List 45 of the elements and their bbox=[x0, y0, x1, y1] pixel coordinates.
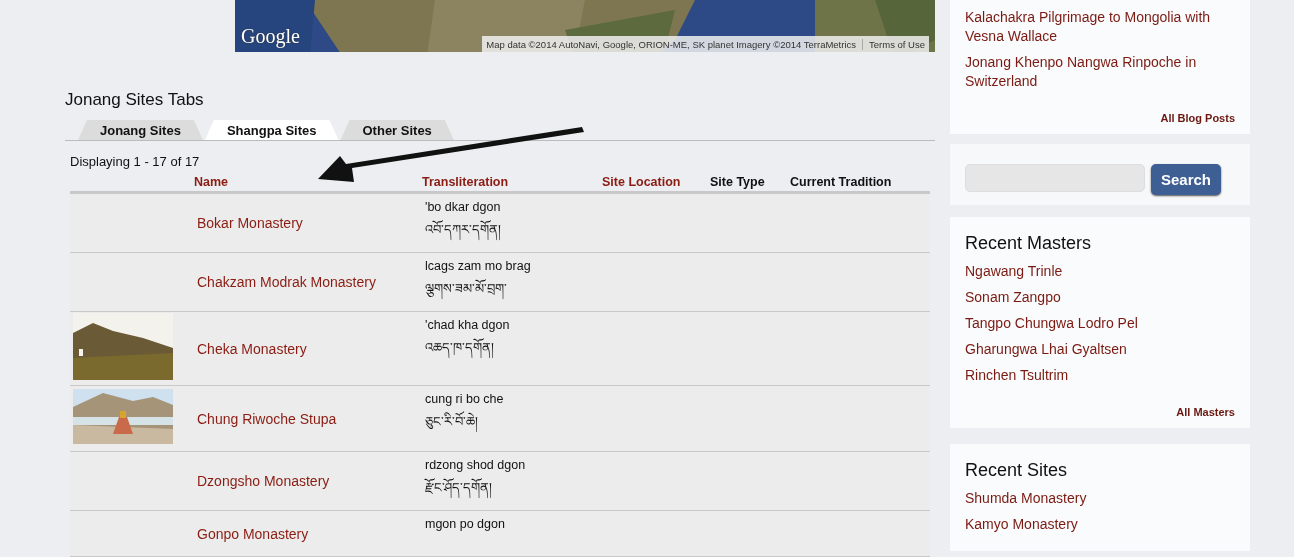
transliteration: rdzong shod dgon bbox=[425, 458, 527, 472]
column-header: Site Type bbox=[709, 175, 766, 189]
transliteration: mgon po dgon bbox=[425, 517, 506, 531]
column-header[interactable]: Name bbox=[190, 175, 418, 189]
master-link[interactable]: Ngawang Trinle bbox=[965, 262, 1235, 281]
result-count: Displaying 1 - 17 of 17 bbox=[70, 154, 201, 169]
site-link[interactable]: Kamyo Monastery bbox=[965, 515, 1235, 534]
transliteration: 'bo dkar dgon bbox=[425, 200, 502, 214]
site-name-link[interactable]: Gonpo Monastery bbox=[190, 525, 418, 542]
tibetan-script: ཅུང་རི་བོ་ཆེ། bbox=[425, 407, 598, 444]
tibetan-script: འབོ་དཀར་དགོན། bbox=[425, 215, 598, 252]
map-logo: Google bbox=[241, 25, 300, 48]
column-header: Current Tradition bbox=[789, 175, 893, 189]
master-link[interactable]: Rinchen Tsultrim bbox=[965, 366, 1235, 385]
terms-link[interactable]: Terms of Use bbox=[869, 38, 925, 50]
site-name-link[interactable]: Chakzam Modrak Monastery bbox=[190, 274, 418, 290]
tab[interactable]: Other Sites bbox=[340, 120, 454, 140]
transliteration: lcags zam mo brag bbox=[425, 259, 532, 273]
transliteration: cung ri bo che bbox=[425, 392, 505, 406]
all-blog-posts-link[interactable]: All Blog Posts bbox=[1160, 112, 1235, 124]
master-link[interactable]: Gharungwa Lhai Gyaltsen bbox=[965, 340, 1235, 359]
blog-post-link[interactable]: Jonang Khenpo Nangwa Rinpoche in Switzerland bbox=[965, 53, 1235, 91]
site-name-link[interactable]: Chung Riwoche Stupa bbox=[190, 410, 418, 427]
all-masters-link[interactable]: All Masters bbox=[1176, 406, 1235, 418]
site-name-link[interactable]: Dzongsho Monastery bbox=[190, 473, 418, 489]
sidebar-heading: Recent Sites bbox=[965, 460, 1069, 481]
tab[interactable]: Jonang Sites bbox=[78, 120, 203, 140]
site-name-link[interactable]: Cheka Monastery bbox=[190, 340, 418, 357]
blog-post-link[interactable]: Kalachakra Pilgrimage to Mongolia with Vesna Wallace bbox=[965, 8, 1235, 46]
column-header[interactable]: Site Location bbox=[598, 175, 706, 189]
tibetan-script: ལྕགས་ཟམ་མོ་བྲག་ bbox=[425, 274, 598, 311]
column-header[interactable]: Transliteration bbox=[418, 175, 598, 189]
tibetan-script: རྫོང་ཤོད་དགོན། bbox=[425, 473, 598, 510]
master-link[interactable]: Tangpo Chungwa Lodro Pel bbox=[965, 314, 1235, 333]
site-name-link[interactable]: Bokar Monastery bbox=[190, 215, 418, 231]
search-field[interactable] bbox=[965, 164, 1145, 192]
tibetan-script: འཆད་ཁ་དགོན། bbox=[425, 333, 598, 370]
transliteration: 'chad kha dgon bbox=[425, 318, 511, 332]
sidebar-heading: Recent Masters bbox=[965, 233, 1093, 254]
search-button[interactable]: Search bbox=[1151, 164, 1222, 195]
tab[interactable]: Shangpa Sites bbox=[204, 120, 339, 140]
master-link[interactable]: Sonam Zangpo bbox=[965, 288, 1235, 307]
site-link[interactable]: Shumda Monastery bbox=[965, 489, 1235, 508]
section-title: Jonang Sites Tabs bbox=[65, 90, 205, 110]
map-attribution: Map data ©2014 AutoNavi, Google, ORION-ME, SK planet Imagery ©2014 TerraMetrics bbox=[486, 38, 864, 50]
